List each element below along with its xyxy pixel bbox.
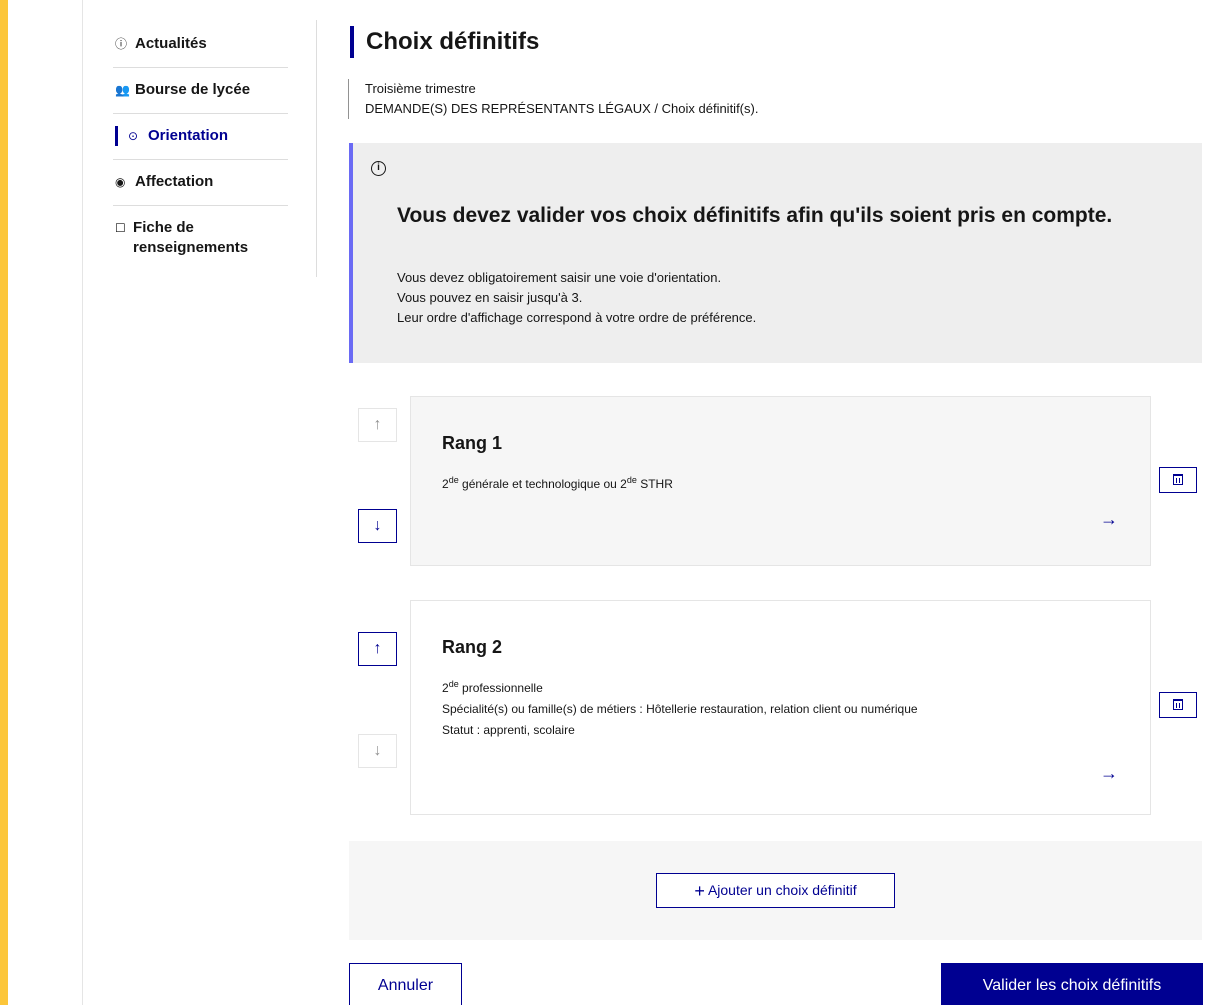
plus-icon: +: [694, 880, 705, 901]
sidebar-item-label: Actualités: [135, 35, 207, 52]
sidebar-item-label: Bourse de lycée: [135, 81, 251, 98]
arrow-up-icon: ↑: [373, 416, 382, 433]
sidebar-item-label: Fiche de renseignements: [133, 219, 249, 256]
page-title: Choix définitifs: [350, 26, 539, 58]
info-callout: i Vous devez valider vos choix définitif…: [349, 143, 1202, 363]
sidebar-item-bourse[interactable]: 👥 Bourse de lycée: [113, 68, 288, 114]
sidebar-item-label: Affectation: [135, 173, 214, 190]
subtitle-breadcrumb: DEMANDE(S) DES REPRÉSENTANTS LÉGAUX / Ch…: [365, 101, 759, 116]
callout-line: Leur ordre d'affichage correspond à votr…: [397, 310, 757, 325]
delete-button[interactable]: [1159, 467, 1197, 493]
choice-details: 2de professionnelle Spécialité(s) ou fam…: [442, 674, 918, 741]
page-divider: [82, 0, 83, 1005]
people-icon: 👥: [115, 83, 130, 97]
choice-voie: 2de générale et technologique ou 2de STH…: [442, 475, 673, 491]
accent-bar: [0, 0, 8, 1005]
info-icon: i: [371, 161, 386, 176]
active-indicator: [115, 126, 118, 146]
choice-details: 2de générale et technologique ou 2de STH…: [442, 470, 673, 495]
move-up-button[interactable]: ↑: [358, 408, 397, 442]
move-down-button[interactable]: ↓: [358, 734, 397, 768]
callout-line: Vous pouvez en saisir jusqu'à 3.: [397, 290, 583, 305]
callout-line: Vous devez obligatoirement saisir une vo…: [397, 270, 722, 285]
arrow-down-icon: ↓: [373, 517, 382, 534]
cancel-button[interactable]: Annuler: [349, 963, 462, 1005]
choice-rank: Rang 1: [442, 433, 503, 453]
choice-rank: Rang 2: [442, 637, 503, 657]
move-up-button[interactable]: ↑: [358, 632, 397, 666]
info-icon: ⓘ: [115, 37, 128, 51]
delete-button[interactable]: [1159, 692, 1197, 718]
sidebar-item-affectation[interactable]: ◉ Affectation: [113, 160, 288, 206]
edit-icon: ☐: [115, 221, 126, 235]
add-choice-label: Ajouter un choix définitif: [707, 882, 857, 898]
add-choice-panel: + Ajouter un choix définitif: [349, 841, 1202, 940]
compass-icon: ⊙: [128, 129, 139, 143]
choice-specialite: Spécialité(s) ou famille(s) de métiers :…: [442, 702, 918, 716]
move-down-button[interactable]: ↓: [358, 509, 397, 543]
arrow-down-icon: ↓: [373, 742, 382, 759]
callout-title: Vous devez valider vos choix définitifs …: [397, 204, 1113, 227]
callout-body: Vous devez obligatoirement saisir une vo…: [397, 268, 756, 328]
submit-button[interactable]: Valider les choix définitifs: [941, 963, 1203, 1005]
sidebar-item-orientation[interactable]: ⊙ Orientation: [113, 114, 288, 160]
choice-statut: Statut : apprenti, scolaire: [442, 723, 575, 737]
choice-card[interactable]: Rang 2 2de professionnelle Spécialité(s)…: [410, 600, 1151, 815]
add-choice-button[interactable]: + Ajouter un choix définitif: [656, 873, 895, 908]
sidebar-border: [316, 20, 317, 277]
choice-card[interactable]: Rang 1 2de générale et technologique ou …: [410, 396, 1151, 566]
trash-icon: [1173, 699, 1183, 711]
subtitle-term: Troisième trimestre: [365, 81, 476, 96]
arrow-right-icon[interactable]: →: [1100, 763, 1118, 784]
sidebar-item-fiche[interactable]: ☐ Fiche de renseignements: [113, 206, 288, 271]
trash-icon: [1173, 474, 1183, 486]
arrow-up-icon: ↑: [373, 640, 382, 657]
sidebar-item-label: Orientation: [148, 127, 229, 144]
page-subtitle: Troisième trimestre DEMANDE(S) DES REPRÉ…: [348, 79, 758, 119]
sidebar-nav: ⓘ Actualités 👥 Bourse de lycée ⊙ Orienta…: [113, 22, 288, 271]
navigation-icon: ◉: [115, 175, 126, 189]
choice-voie: 2de professionnelle: [442, 679, 543, 695]
arrow-right-icon[interactable]: →: [1100, 509, 1118, 530]
sidebar-item-actualites[interactable]: ⓘ Actualités: [113, 22, 288, 68]
